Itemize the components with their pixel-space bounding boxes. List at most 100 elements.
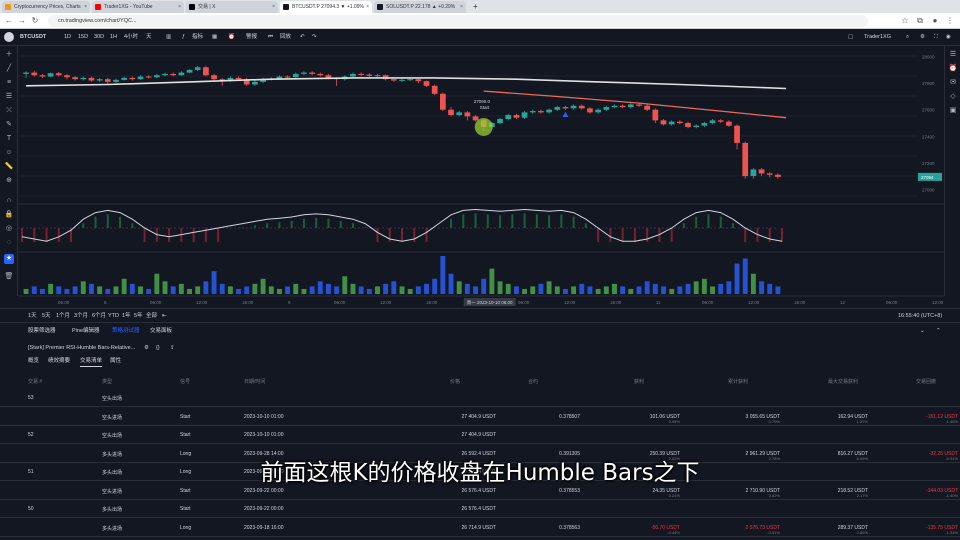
forward-icon[interactable]: → bbox=[17, 16, 27, 26]
ruler-icon[interactable]: 📏 bbox=[4, 162, 14, 172]
interval-4h[interactable]: 4小时 bbox=[124, 32, 138, 43]
candle-type-icon[interactable]: ▥ bbox=[166, 32, 171, 43]
alerts-icon[interactable]: ⏰ bbox=[948, 64, 958, 74]
close-icon[interactable]: × bbox=[272, 1, 275, 13]
export-icon[interactable]: ⇪ bbox=[170, 343, 175, 354]
calendar-icon[interactable]: ▣ bbox=[948, 106, 958, 116]
redo-icon[interactable]: ↷ bbox=[312, 32, 317, 43]
emoji-icon[interactable]: ☺ bbox=[4, 148, 14, 158]
close-icon[interactable]: × bbox=[84, 1, 87, 13]
profile-icon[interactable]: ● bbox=[930, 16, 940, 26]
range-5y[interactable]: 5年 bbox=[134, 311, 143, 322]
strategy-settings-icon[interactable]: ⚙ bbox=[144, 343, 149, 354]
alert-button[interactable]: 警报 bbox=[246, 32, 257, 43]
table-row[interactable]: 多头进场 Long 2023-09-18 16:00 26 714.9 USDT 0.3… bbox=[0, 520, 960, 537]
range-5d[interactable]: 5天 bbox=[42, 311, 51, 322]
url-field[interactable]: cn.tradingview.com/chart/YQC... bbox=[48, 15, 868, 27]
header-trade-no[interactable]: 交易 # bbox=[28, 378, 42, 385]
new-tab-button[interactable]: + bbox=[470, 1, 482, 13]
browser-tab-5[interactable]: SOLUSDT.P 22.178 ▲ +0.29% × bbox=[374, 1, 466, 13]
table-row[interactable]: 52 空头出场 Start 2023-10-10 01:00 27 404.9 USDT bbox=[0, 427, 960, 444]
range-1d[interactable]: 1天 bbox=[28, 311, 37, 322]
tab-pine-editor[interactable]: Pine编辑器 bbox=[72, 326, 100, 337]
text-icon[interactable]: T bbox=[4, 134, 14, 144]
camera-icon[interactable]: ◉ bbox=[946, 32, 951, 43]
brush-icon[interactable]: ✎ bbox=[4, 120, 14, 130]
undo-icon[interactable]: ↶ bbox=[300, 32, 305, 43]
symbol-search[interactable]: BTCUSDT bbox=[20, 32, 46, 43]
price-chart[interactable]: 27090.0 Start 06:00 8 06:00 12:00 18:00 9 06:0… bbox=[18, 46, 944, 308]
header-profit[interactable]: 获利 bbox=[634, 378, 644, 385]
interval-day[interactable]: 天 bbox=[146, 32, 152, 43]
table-row[interactable]: 50 多头出场 Start 2023-09-22 00:00 26 576.4 USDT bbox=[0, 501, 960, 518]
header-datetime[interactable]: 日期/时间 bbox=[244, 378, 265, 385]
table-row[interactable]: 53 空头出场 bbox=[0, 390, 960, 407]
lock-icon[interactable]: 🔒 bbox=[4, 210, 14, 220]
close-icon[interactable]: × bbox=[460, 1, 463, 13]
alert-icon[interactable]: ⏰ bbox=[228, 32, 235, 43]
tab-strategy-tester[interactable]: 策略测试器 bbox=[112, 326, 140, 337]
star-icon[interactable]: ★ bbox=[4, 254, 14, 264]
star-icon[interactable]: ☆ bbox=[900, 16, 910, 26]
hide-icon[interactable]: ◌ bbox=[4, 238, 14, 248]
browser-tab-1[interactable]: Cryptocurrency Prices, Charts × bbox=[2, 1, 90, 13]
watchlist-icon[interactable]: ☰ bbox=[948, 50, 958, 60]
collapse-panel-icon[interactable]: ⌄ bbox=[920, 326, 925, 337]
interval-15d[interactable]: 15D bbox=[78, 32, 88, 43]
menu-icon[interactable]: ⋮ bbox=[945, 16, 955, 26]
table-row[interactable]: 空头进场 Start 2023-10-10 01:00 27 404.9 USDT 0.… bbox=[0, 409, 960, 426]
range-1y[interactable]: 1年 bbox=[122, 311, 131, 322]
interval-30d[interactable]: 30D bbox=[94, 32, 104, 43]
back-icon[interactable]: ← bbox=[4, 16, 14, 26]
header-drawdown[interactable]: 交易回撤 bbox=[916, 378, 936, 385]
settings-icon[interactable]: ⚙ bbox=[920, 32, 925, 43]
account-button[interactable]: Trader1XG bbox=[864, 32, 891, 43]
header-signal[interactable]: 信号 bbox=[180, 378, 190, 385]
close-icon[interactable]: × bbox=[366, 1, 369, 13]
eye-icon[interactable]: ◎ bbox=[4, 224, 14, 234]
subtab-performance[interactable]: 绩效摘要 bbox=[48, 356, 70, 367]
subtab-overview[interactable]: 概览 bbox=[28, 356, 39, 367]
crosshair-icon[interactable]: ＋ bbox=[4, 50, 14, 60]
subtab-trade-list[interactable]: 交易清单 bbox=[80, 356, 103, 367]
header-price[interactable]: 价格 bbox=[450, 378, 460, 385]
range-3m[interactable]: 3个月 bbox=[74, 311, 88, 322]
replay-icon[interactable]: ⏮ bbox=[268, 32, 273, 43]
header-cum-profit[interactable]: 累计获利 bbox=[728, 378, 748, 385]
interval-1d[interactable]: 1D bbox=[64, 32, 71, 43]
close-icon[interactable]: × bbox=[178, 1, 181, 13]
magnet-icon[interactable]: ∩ bbox=[4, 196, 14, 206]
range-all[interactable]: 全部 bbox=[146, 311, 157, 322]
ideas-icon[interactable]: ◇ bbox=[948, 92, 958, 102]
range-1m[interactable]: 1个月 bbox=[56, 311, 70, 322]
indicators-button[interactable]: 指标 bbox=[192, 32, 203, 43]
browser-tab-4[interactable]: BTCUSDT.P 27094.3 ▼ +1.09% × bbox=[280, 1, 372, 13]
browser-tab-3[interactable]: 交易 | X × bbox=[186, 1, 278, 13]
header-type[interactable]: 类型 bbox=[102, 378, 112, 385]
source-code-icon[interactable]: {} bbox=[156, 343, 160, 354]
replay-button[interactable]: 回放 bbox=[280, 32, 291, 43]
subtab-properties[interactable]: 属性 bbox=[110, 356, 121, 367]
avatar[interactable] bbox=[4, 32, 14, 42]
interval-1h[interactable]: 1H bbox=[110, 32, 117, 43]
date-range-icon[interactable]: ⇤ bbox=[162, 311, 167, 322]
browser-tab-2[interactable]: Trader1XG - YouTube × bbox=[92, 1, 184, 13]
reload-icon[interactable]: ↻ bbox=[30, 16, 40, 26]
trash-icon[interactable]: 🗑 bbox=[4, 272, 14, 282]
maximize-panel-icon[interactable]: ⌃ bbox=[936, 326, 941, 337]
indicators-icon[interactable]: ƒ bbox=[182, 32, 185, 43]
pattern-icon[interactable]: ⤫ bbox=[4, 106, 14, 116]
trendline-icon[interactable]: ╱ bbox=[4, 64, 14, 74]
chat-icon[interactable]: ✉ bbox=[948, 78, 958, 88]
tab-stock-screener[interactable]: 股票筛选器 bbox=[28, 326, 56, 337]
range-6m[interactable]: 6个月 bbox=[92, 311, 106, 322]
layouts-icon[interactable]: ▢ bbox=[848, 32, 853, 43]
tab-trading-panel[interactable]: 交易面板 bbox=[150, 326, 172, 337]
fullscreen-icon[interactable]: ⛶ bbox=[934, 32, 938, 43]
strategy-name[interactable]: [Stark] Premier RSI-Humble Bars-Relative… bbox=[28, 343, 135, 354]
header-runup[interactable]: 最大交易获利 bbox=[828, 378, 858, 385]
zoom-icon[interactable]: ⊕ bbox=[4, 176, 14, 186]
fib-icon[interactable]: ☰ bbox=[4, 92, 14, 102]
header-contracts[interactable]: 合约 bbox=[528, 378, 538, 385]
range-ytd[interactable]: YTD bbox=[108, 311, 119, 322]
